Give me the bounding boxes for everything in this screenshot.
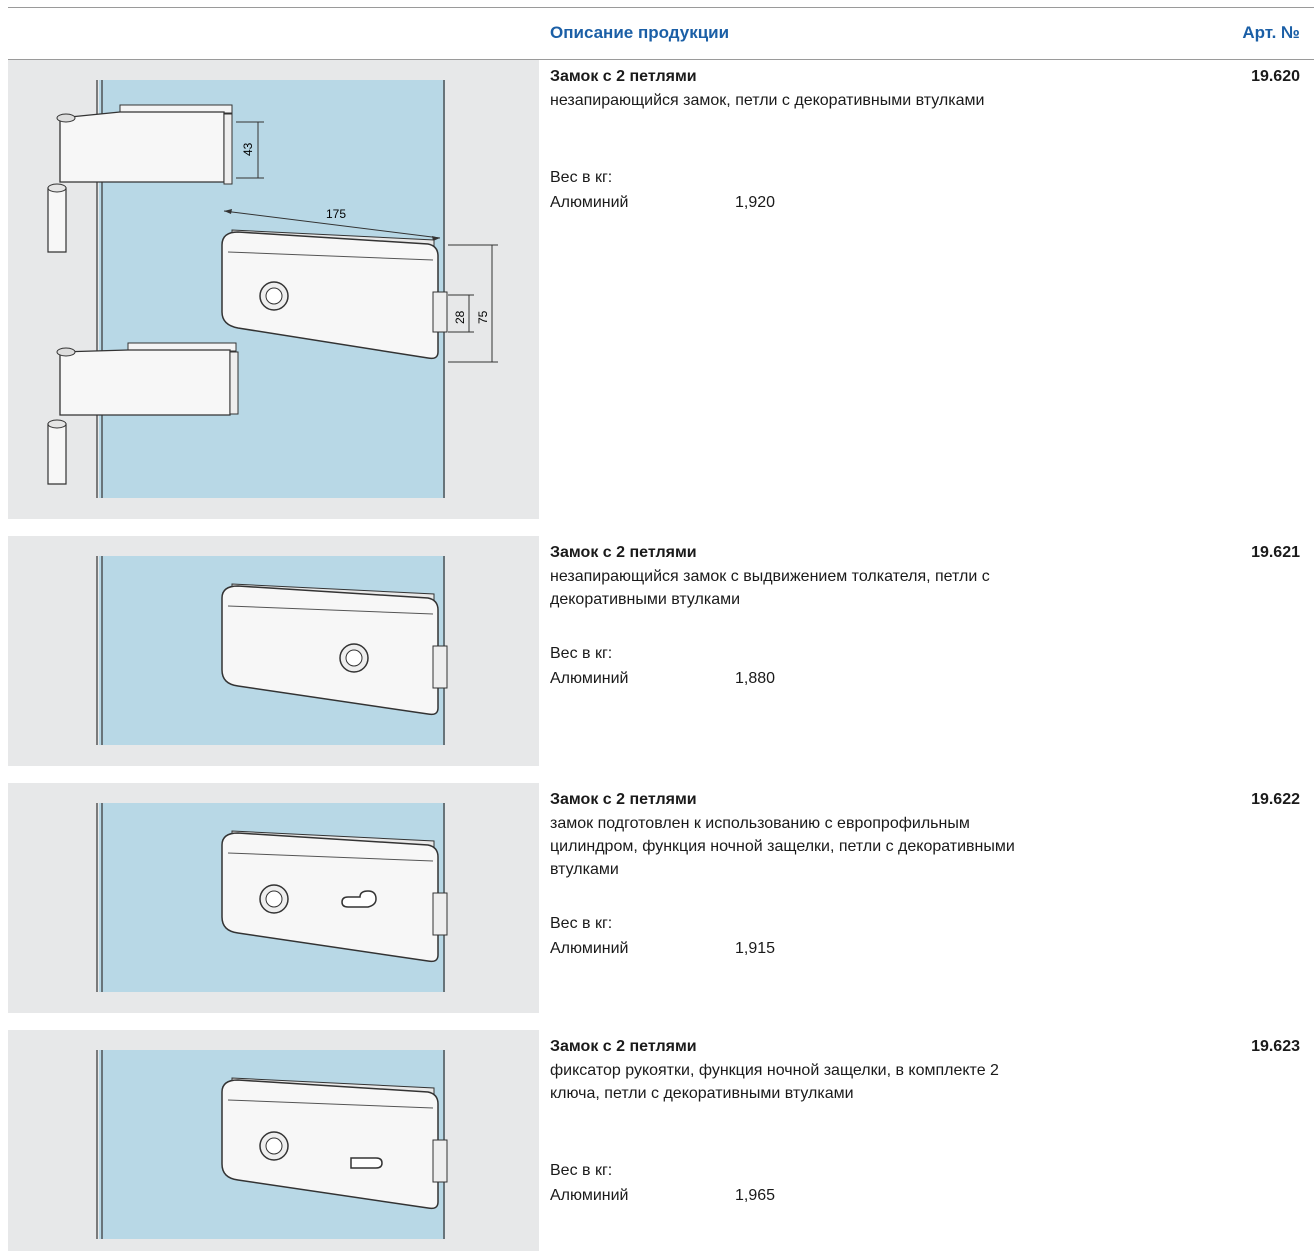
article-number: 19.621	[1251, 544, 1300, 561]
product-description: фиксатор рукоятки, функция ночной защелк…	[550, 1062, 999, 1102]
article-number: 19.622	[1251, 791, 1300, 808]
lock-hinges-drawing: 43 175 28 75	[47, 80, 498, 498]
lock-euro-cylinder-drawing	[96, 803, 448, 992]
dim-hinge-height: 43	[241, 142, 255, 156]
product-row: Замок с 2 петлями 19.623 фиксатор рукоят…	[0, 1030, 1314, 1251]
material-label: Алюминий	[550, 194, 629, 211]
product-title: Замок с 2 петлями	[550, 68, 697, 85]
product-image: 43 175 28 75	[8, 60, 539, 519]
product-description: незапирающийся замок с выдвижением толка…	[550, 568, 990, 608]
product-row: Замок с 2 петлями 19.621 незапирающийся …	[0, 536, 1314, 766]
weight-value: 1,920	[735, 194, 776, 211]
product-description: незапирающийся замок, петли с декоративн…	[550, 92, 985, 109]
column-header-description: Описание продукции	[550, 23, 730, 42]
product-title: Замок с 2 петлями	[550, 544, 697, 561]
material-label: Алюминий	[550, 1187, 629, 1204]
weight-value: 1,880	[735, 670, 776, 687]
product-row: 43 175 28 75 Замок с 2 петлями 19.620 не…	[0, 60, 1314, 519]
product-image	[8, 1030, 539, 1251]
material-label: Алюминий	[550, 940, 629, 957]
weight-value: 1,965	[735, 1187, 776, 1204]
article-number: 19.620	[1251, 68, 1300, 85]
product-title: Замок с 2 петлями	[550, 791, 697, 808]
weight-value: 1,915	[735, 940, 776, 957]
dim-lock-width: 175	[326, 207, 346, 221]
article-number: 19.623	[1251, 1038, 1300, 1055]
product-description: замок подготовлен к использованию с евро…	[550, 815, 1015, 878]
lock-handle-fixer-drawing	[96, 1050, 448, 1239]
weight-label: Вес в кг:	[550, 645, 613, 662]
weight-label: Вес в кг:	[550, 1162, 613, 1179]
dim-lock-height: 75	[476, 310, 490, 324]
column-header-article: Арт. №	[1242, 23, 1300, 42]
lock-pusher-drawing	[96, 556, 448, 745]
product-image	[8, 783, 539, 1013]
product-row: Замок с 2 петлями 19.622 замок подготовл…	[0, 783, 1314, 1013]
weight-label: Вес в кг:	[550, 169, 613, 186]
product-image	[8, 536, 539, 766]
product-title: Замок с 2 петлями	[550, 1038, 697, 1055]
weight-label: Вес в кг:	[550, 915, 613, 932]
table-header: Описание продукции Арт. №	[0, 0, 1314, 60]
material-label: Алюминий	[550, 670, 629, 687]
dim-latch-height: 28	[453, 310, 467, 324]
